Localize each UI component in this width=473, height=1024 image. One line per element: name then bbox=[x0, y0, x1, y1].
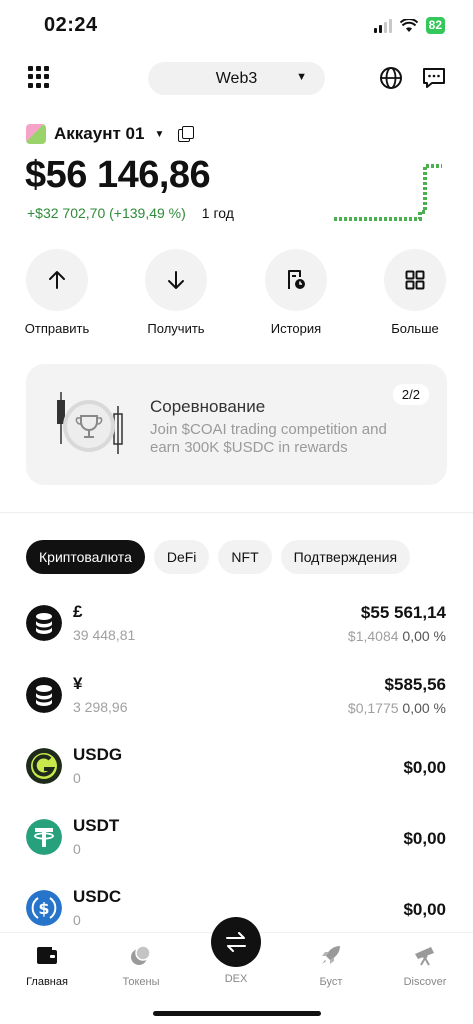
nav-home-label: Главная bbox=[26, 976, 68, 988]
tab-crypto[interactable]: Криптовалюта bbox=[26, 540, 145, 574]
globe-icon[interactable] bbox=[378, 65, 404, 91]
token-amount: 39 448,81 bbox=[73, 627, 136, 643]
promo-page-badge: 2/2 bbox=[392, 384, 429, 405]
status-time: 02:24 bbox=[44, 14, 98, 36]
token-name: ¥ bbox=[73, 674, 83, 693]
token-amount: 0 bbox=[73, 912, 81, 928]
account-selector[interactable]: Аккаунт 01 ▼ bbox=[26, 124, 195, 144]
promo-title: Соревнование bbox=[150, 397, 266, 416]
token-row[interactable]: £ 39 448,81 $55 561,14 $1,4084 0,00 % bbox=[0, 595, 473, 655]
portfolio-sparkline bbox=[334, 164, 442, 221]
token-value: $585,56 bbox=[384, 675, 446, 694]
token-row[interactable]: ¥ 3 298,96 $585,56 $0,1775 0,00 % bbox=[0, 667, 473, 727]
history-button[interactable] bbox=[265, 249, 327, 311]
token-unit-price: $1,4084 bbox=[347, 628, 399, 644]
token-value: $0,00 bbox=[403, 829, 446, 848]
copy-icon[interactable] bbox=[178, 126, 195, 142]
pnl-row: +$32 702,70 (+139,49 %) 1 год bbox=[27, 205, 234, 221]
chat-icon[interactable] bbox=[421, 65, 447, 91]
top-bar: Web3 ▼ bbox=[0, 60, 473, 96]
dex-swap-button[interactable] bbox=[211, 917, 261, 967]
tokens-icon bbox=[129, 943, 153, 967]
usdg-icon bbox=[26, 748, 62, 784]
history-label: История bbox=[270, 321, 322, 336]
token-name: £ bbox=[73, 602, 83, 621]
wallet-icon bbox=[35, 943, 59, 967]
token-row[interactable]: USDT 0 $0,00 bbox=[0, 809, 473, 869]
usdc-icon: $ bbox=[26, 890, 62, 926]
portfolio-balance: $56 146,86 bbox=[25, 154, 211, 196]
swap-icon bbox=[226, 932, 246, 952]
token-amount: 0 bbox=[73, 841, 81, 857]
period-selector[interactable]: 1 год bbox=[202, 205, 234, 221]
tab-nft[interactable]: NFT bbox=[218, 540, 272, 574]
network-selector[interactable]: Web3 ▼ bbox=[148, 62, 325, 95]
stack-coin-icon bbox=[26, 677, 62, 713]
caret-down-icon: ▼ bbox=[296, 71, 307, 83]
asset-filter-tabs: Криптовалюта DeFi NFT Подтверждения bbox=[26, 540, 411, 574]
promo-text: Join $COAI trading competition and earn … bbox=[150, 421, 387, 456]
receive-button[interactable] bbox=[145, 249, 207, 311]
receive-action[interactable]: Получить bbox=[126, 249, 226, 336]
pnl-value: +$32 702,70 (+139,49 %) bbox=[27, 205, 186, 221]
tab-defi[interactable]: DeFi bbox=[153, 540, 210, 574]
token-price: $0,1775 0,00 % bbox=[348, 700, 446, 716]
usdt-icon bbox=[26, 819, 62, 855]
stack-coin-icon bbox=[26, 605, 62, 641]
send-button[interactable] bbox=[26, 249, 88, 311]
history-icon bbox=[288, 270, 305, 289]
cellular-signal-icon bbox=[373, 18, 392, 33]
token-change: 0,00 % bbox=[402, 700, 446, 716]
grid-icon bbox=[405, 270, 425, 290]
quick-actions: Отправить Получить История Больше bbox=[0, 249, 473, 339]
nav-tokens-label: Токены bbox=[122, 976, 160, 988]
telescope-icon bbox=[413, 943, 437, 967]
nav-discover-label: Discover bbox=[403, 976, 447, 988]
battery-indicator: 82 bbox=[425, 17, 445, 34]
nav-boost[interactable]: Буст bbox=[291, 943, 371, 988]
token-name: USDC bbox=[73, 887, 122, 906]
section-divider bbox=[0, 512, 473, 513]
apps-menu-icon[interactable] bbox=[28, 66, 50, 88]
arrow-down-icon bbox=[168, 271, 184, 289]
token-unit-price: $0,1775 bbox=[347, 700, 399, 716]
account-avatar bbox=[26, 124, 46, 144]
token-value: $0,00 bbox=[403, 900, 446, 919]
token-name: USDG bbox=[73, 745, 123, 764]
status-bar: 02:24 82 bbox=[0, 0, 473, 52]
wifi-icon bbox=[399, 18, 418, 32]
svg-text:$: $ bbox=[38, 899, 49, 918]
home-indicator bbox=[153, 1011, 321, 1016]
account-name: Аккаунт 01 bbox=[54, 124, 145, 143]
promo-banner[interactable]: Соревнование Join $COAI trading competit… bbox=[26, 364, 447, 485]
receive-label: Получить bbox=[147, 321, 205, 336]
token-amount: 0 bbox=[73, 770, 81, 786]
token-row[interactable]: USDG 0 $0,00 bbox=[0, 738, 473, 798]
more-label: Больше bbox=[391, 321, 439, 336]
more-button[interactable] bbox=[384, 249, 446, 311]
token-value: $55 561,14 bbox=[360, 603, 446, 622]
token-value: $0,00 bbox=[403, 758, 446, 777]
send-action[interactable]: Отправить bbox=[7, 249, 107, 336]
nav-tokens[interactable]: Токены bbox=[101, 943, 181, 988]
bottom-nav: Главная Токены DEX Буст Discover bbox=[0, 917, 473, 1024]
more-action[interactable]: Больше bbox=[365, 249, 465, 336]
nav-home[interactable]: Главная bbox=[7, 943, 87, 988]
token-change: 0,00 % bbox=[402, 628, 446, 644]
caret-down-icon: ▼ bbox=[154, 128, 165, 140]
token-amount: 3 298,96 bbox=[73, 699, 128, 715]
token-name: USDT bbox=[73, 816, 120, 835]
nav-discover[interactable]: Discover bbox=[385, 943, 465, 988]
nav-dex-label: DEX bbox=[224, 973, 248, 985]
rocket-icon bbox=[319, 943, 343, 967]
trophy-icon bbox=[57, 392, 123, 454]
network-label: Web3 bbox=[215, 69, 258, 87]
status-indicators: 82 bbox=[373, 17, 445, 34]
history-action[interactable]: История bbox=[246, 249, 346, 336]
send-label: Отправить bbox=[24, 321, 90, 336]
nav-boost-label: Буст bbox=[319, 976, 343, 988]
tab-approvals[interactable]: Подтверждения bbox=[280, 540, 411, 574]
token-price: $1,4084 0,00 % bbox=[348, 628, 446, 644]
arrow-up-icon bbox=[49, 271, 65, 289]
